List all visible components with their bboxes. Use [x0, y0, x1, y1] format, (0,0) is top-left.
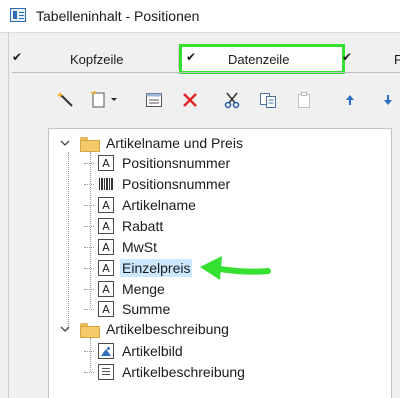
check-icon: ✔	[12, 50, 23, 64]
new-item-button[interactable]	[89, 89, 121, 111]
move-up-icon	[346, 95, 354, 105]
move-down-icon	[384, 95, 392, 105]
tree-item-label: Summe	[122, 301, 171, 317]
text-field-icon: A	[98, 260, 114, 276]
tree-group-artikelbeschreibung[interactable]: Artikelbeschreibung	[60, 319, 229, 339]
window-title: Tabelleninhalt - Positionen	[36, 8, 200, 24]
tree-item-label: MwSt	[122, 239, 157, 255]
tab-label: F	[394, 52, 400, 67]
properties-button[interactable]	[143, 89, 165, 111]
collapse-chevron-icon[interactable]	[60, 324, 70, 334]
tree-item[interactable]: Positionsnummer	[84, 174, 230, 194]
tree-item-label: Rabatt	[122, 218, 164, 234]
tab-datenzeile[interactable]: ✔ Datenzeile	[179, 44, 345, 74]
tab-underline	[12, 72, 400, 73]
text-field-icon: A	[98, 239, 114, 255]
highlight-arrow-icon	[200, 256, 271, 280]
tree-guide-line	[68, 152, 69, 330]
tree-item[interactable]: A Positionsnummer	[84, 153, 230, 173]
tab-fusszeile[interactable]: ✔ F	[342, 47, 400, 71]
move-down-button[interactable]	[377, 89, 399, 111]
tree-group-label: Artikelname und Preis	[106, 135, 243, 151]
app-icon	[10, 8, 26, 22]
magic-wand-icon	[57, 92, 73, 107]
tab-label: Kopfzeile	[70, 52, 124, 67]
tree-item-label: Positionsnummer	[122, 155, 231, 171]
tree-item-label: Artikelbeschreibung	[122, 364, 245, 380]
move-up-button[interactable]	[339, 89, 361, 111]
tree-item-selected[interactable]: A Einzelpreis	[84, 258, 193, 278]
copy-icon	[260, 93, 276, 108]
tree-item-label: Menge	[122, 281, 165, 297]
tab-separator	[178, 49, 179, 69]
tree-item[interactable]: A Menge	[84, 279, 165, 299]
tree-item-label: Artikelname	[122, 197, 196, 213]
tree-item-label: Positionsnummer	[122, 176, 231, 192]
tree-item[interactable]: Artikelbild	[84, 341, 183, 361]
check-icon: ✔	[186, 50, 197, 64]
tree-item-label: Artikelbild	[122, 343, 183, 359]
tree-item[interactable]: A Summe	[84, 299, 170, 319]
wizard-button[interactable]	[55, 89, 77, 111]
collapse-chevron-icon[interactable]	[60, 138, 70, 148]
paste-button[interactable]	[293, 89, 315, 111]
paste-icon	[298, 92, 310, 108]
tab-strip: ✔ Kopfzeile ✔ Datenzeile ✔ F	[12, 44, 400, 74]
tree-group-artikelname-und-preis[interactable]: Artikelname und Preis	[60, 133, 243, 153]
text-field-icon: A	[98, 301, 114, 317]
textblock-field-icon	[98, 364, 114, 380]
tree-item[interactable]: A MwSt	[84, 237, 157, 257]
tree-item-label: Einzelpreis	[120, 259, 193, 277]
text-field-icon: A	[98, 281, 114, 297]
delete-icon	[183, 93, 197, 107]
cut-button[interactable]	[221, 89, 243, 111]
properties-icon	[146, 93, 162, 107]
folder-icon	[80, 322, 100, 338]
delete-button[interactable]	[179, 89, 201, 111]
tab-label: Datenzeile	[228, 52, 290, 67]
copy-button[interactable]	[257, 89, 279, 111]
tree-group-label: Artikelbeschreibung	[106, 321, 229, 337]
check-icon: ✔	[342, 50, 353, 64]
tree-item[interactable]: A Artikelname	[84, 195, 196, 215]
frame-divider	[8, 32, 9, 398]
text-field-icon: A	[98, 197, 114, 213]
new-item-dropdown-icon	[90, 91, 117, 108]
text-field-icon: A	[98, 155, 114, 171]
barcode-icon	[98, 176, 114, 192]
tab-kopfzeile[interactable]: ✔ Kopfzeile	[12, 47, 178, 71]
image-field-icon	[98, 343, 114, 359]
cut-icon	[224, 92, 240, 109]
folder-icon	[80, 136, 100, 152]
text-field-icon: A	[98, 218, 114, 234]
tree-item[interactable]: Artikelbeschreibung	[84, 362, 245, 382]
tree-item[interactable]: A Rabatt	[84, 216, 163, 236]
title-bar: Tabelleninhalt - Positionen	[0, 0, 400, 32]
